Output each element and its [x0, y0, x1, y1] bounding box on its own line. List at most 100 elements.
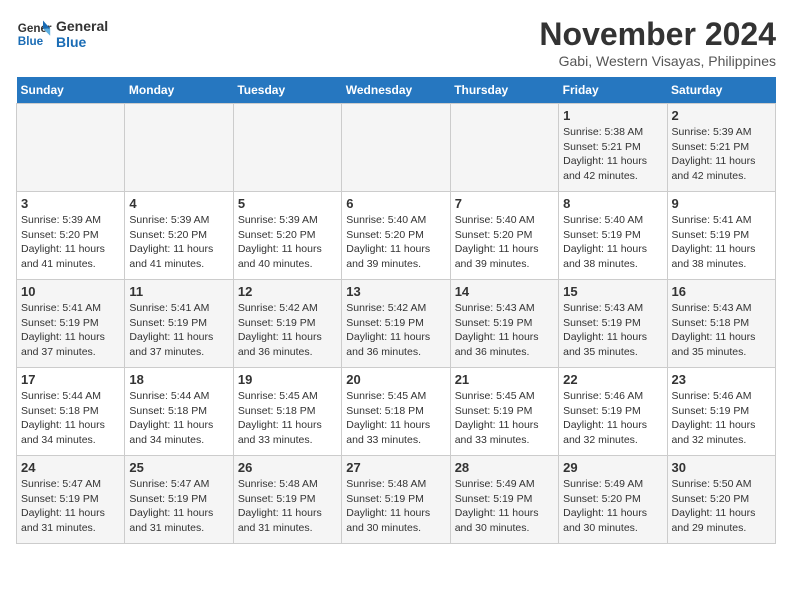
day-number: 9 [672, 196, 771, 211]
day-number: 29 [563, 460, 662, 475]
calendar-title: November 2024 [539, 16, 776, 53]
day-number: 27 [346, 460, 445, 475]
calendar-cell [17, 104, 125, 192]
day-info: Sunrise: 5:42 AM Sunset: 5:19 PM Dayligh… [238, 301, 337, 360]
week-row-1: 3Sunrise: 5:39 AM Sunset: 5:20 PM Daylig… [17, 192, 776, 280]
calendar-cell: 10 Sunrise: 5:41 AM Sunset: 5:19 PM Dayli… [17, 280, 125, 368]
calendar-cell [450, 104, 558, 192]
day-info: Sunrise: 5:43 AM Sunset: 5:19 PM Dayligh… [455, 301, 554, 360]
day-number: 25 [129, 460, 228, 475]
day-info: Sunrise: 5:45 AM Sunset: 5:18 PM Dayligh… [238, 389, 337, 448]
calendar-cell: 24 Sunrise: 5:47 AM Sunset: 5:19 PM Dayli… [17, 456, 125, 544]
calendar-cell: 1Sunrise: 5:38 AM Sunset: 5:21 PM Daylig… [559, 104, 667, 192]
header-sunday: Sunday [17, 77, 125, 104]
week-row-4: 24 Sunrise: 5:47 AM Sunset: 5:19 PM Dayli… [17, 456, 776, 544]
calendar-cell: 9 Sunrise: 5:41 AM Sunset: 5:19 PM Daylig… [667, 192, 775, 280]
day-number: 7 [455, 196, 554, 211]
calendar-cell: 20Sunrise: 5:45 AM Sunset: 5:18 PM Dayli… [342, 368, 450, 456]
logo-icon: General Blue [16, 16, 52, 52]
calendar-cell: 13 Sunrise: 5:42 AM Sunset: 5:19 PM Dayli… [342, 280, 450, 368]
day-info: Sunrise: 5:49 AM Sunset: 5:20 PM Dayligh… [563, 477, 662, 536]
calendar-cell: 12 Sunrise: 5:42 AM Sunset: 5:19 PM Dayli… [233, 280, 341, 368]
calendar-cell: 16 Sunrise: 5:43 AM Sunset: 5:18 PM Dayli… [667, 280, 775, 368]
week-row-0: 1Sunrise: 5:38 AM Sunset: 5:21 PM Daylig… [17, 104, 776, 192]
logo-line1: General [56, 18, 108, 34]
page-header: General Blue General Blue November 2024 … [16, 16, 776, 69]
day-info: Sunrise: 5:45 AM Sunset: 5:18 PM Dayligh… [346, 389, 445, 448]
day-info: Sunrise: 5:40 AM Sunset: 5:20 PM Dayligh… [455, 213, 554, 272]
title-block: November 2024 Gabi, Western Visayas, Phi… [539, 16, 776, 69]
day-number: 30 [672, 460, 771, 475]
calendar-cell: 27 Sunrise: 5:48 AM Sunset: 5:19 PM Dayli… [342, 456, 450, 544]
calendar-table: SundayMondayTuesdayWednesdayThursdayFrid… [16, 77, 776, 544]
day-info: Sunrise: 5:47 AM Sunset: 5:19 PM Dayligh… [129, 477, 228, 536]
day-info: Sunrise: 5:41 AM Sunset: 5:19 PM Dayligh… [672, 213, 771, 272]
calendar-cell: 15Sunrise: 5:43 AM Sunset: 5:19 PM Dayli… [559, 280, 667, 368]
calendar-cell: 18 Sunrise: 5:44 AM Sunset: 5:18 PM Dayli… [125, 368, 233, 456]
day-info: Sunrise: 5:49 AM Sunset: 5:19 PM Dayligh… [455, 477, 554, 536]
day-number: 5 [238, 196, 337, 211]
day-number: 2 [672, 108, 771, 123]
header-wednesday: Wednesday [342, 77, 450, 104]
day-number: 21 [455, 372, 554, 387]
day-info: Sunrise: 5:42 AM Sunset: 5:19 PM Dayligh… [346, 301, 445, 360]
calendar-cell: 23Sunrise: 5:46 AM Sunset: 5:19 PM Dayli… [667, 368, 775, 456]
day-info: Sunrise: 5:39 AM Sunset: 5:20 PM Dayligh… [129, 213, 228, 272]
calendar-header-row: SundayMondayTuesdayWednesdayThursdayFrid… [17, 77, 776, 104]
calendar-cell: 19 Sunrise: 5:45 AM Sunset: 5:18 PM Dayli… [233, 368, 341, 456]
svg-text:Blue: Blue [18, 35, 44, 48]
day-number: 19 [238, 372, 337, 387]
calendar-cell: 21Sunrise: 5:45 AM Sunset: 5:19 PM Dayli… [450, 368, 558, 456]
header-tuesday: Tuesday [233, 77, 341, 104]
day-info: Sunrise: 5:48 AM Sunset: 5:19 PM Dayligh… [238, 477, 337, 536]
day-number: 12 [238, 284, 337, 299]
day-number: 14 [455, 284, 554, 299]
day-number: 8 [563, 196, 662, 211]
day-number: 10 [21, 284, 120, 299]
calendar-cell: 2 Sunrise: 5:39 AM Sunset: 5:21 PM Daylig… [667, 104, 775, 192]
day-info: Sunrise: 5:47 AM Sunset: 5:19 PM Dayligh… [21, 477, 120, 536]
calendar-cell: 17Sunrise: 5:44 AM Sunset: 5:18 PM Dayli… [17, 368, 125, 456]
day-number: 18 [129, 372, 228, 387]
calendar-cell: 28 Sunrise: 5:49 AM Sunset: 5:19 PM Dayli… [450, 456, 558, 544]
calendar-cell: 30Sunrise: 5:50 AM Sunset: 5:20 PM Dayli… [667, 456, 775, 544]
logo-line2: Blue [56, 34, 108, 50]
day-info: Sunrise: 5:43 AM Sunset: 5:18 PM Dayligh… [672, 301, 771, 360]
day-info: Sunrise: 5:46 AM Sunset: 5:19 PM Dayligh… [563, 389, 662, 448]
day-info: Sunrise: 5:41 AM Sunset: 5:19 PM Dayligh… [21, 301, 120, 360]
day-number: 4 [129, 196, 228, 211]
day-number: 22 [563, 372, 662, 387]
day-number: 24 [21, 460, 120, 475]
logo: General Blue General Blue [16, 16, 108, 52]
day-number: 28 [455, 460, 554, 475]
calendar-cell [342, 104, 450, 192]
calendar-cell: 8Sunrise: 5:40 AM Sunset: 5:19 PM Daylig… [559, 192, 667, 280]
day-info: Sunrise: 5:39 AM Sunset: 5:20 PM Dayligh… [238, 213, 337, 272]
day-number: 17 [21, 372, 120, 387]
day-number: 23 [672, 372, 771, 387]
day-number: 1 [563, 108, 662, 123]
day-number: 13 [346, 284, 445, 299]
header-thursday: Thursday [450, 77, 558, 104]
calendar-cell [125, 104, 233, 192]
header-monday: Monday [125, 77, 233, 104]
calendar-cell: 6 Sunrise: 5:40 AM Sunset: 5:20 PM Daylig… [342, 192, 450, 280]
day-info: Sunrise: 5:44 AM Sunset: 5:18 PM Dayligh… [129, 389, 228, 448]
calendar-cell: 14 Sunrise: 5:43 AM Sunset: 5:19 PM Dayli… [450, 280, 558, 368]
calendar-cell [233, 104, 341, 192]
calendar-cell: 26Sunrise: 5:48 AM Sunset: 5:19 PM Dayli… [233, 456, 341, 544]
day-info: Sunrise: 5:39 AM Sunset: 5:20 PM Dayligh… [21, 213, 120, 272]
calendar-cell: 7 Sunrise: 5:40 AM Sunset: 5:20 PM Daylig… [450, 192, 558, 280]
calendar-cell: 5 Sunrise: 5:39 AM Sunset: 5:20 PM Daylig… [233, 192, 341, 280]
week-row-3: 17 Sunrise: 5:44 AM Sunset: 5:18 PM Dayli… [17, 368, 776, 456]
day-info: Sunrise: 5:41 AM Sunset: 5:19 PM Dayligh… [129, 301, 228, 360]
header-saturday: Saturday [667, 77, 775, 104]
day-info: Sunrise: 5:40 AM Sunset: 5:20 PM Dayligh… [346, 213, 445, 272]
day-number: 16 [672, 284, 771, 299]
day-info: Sunrise: 5:39 AM Sunset: 5:21 PM Dayligh… [672, 125, 771, 184]
calendar-cell: 29 Sunrise: 5:49 AM Sunset: 5:20 PM Dayli… [559, 456, 667, 544]
day-number: 6 [346, 196, 445, 211]
day-info: Sunrise: 5:48 AM Sunset: 5:19 PM Dayligh… [346, 477, 445, 536]
week-row-2: 10 Sunrise: 5:41 AM Sunset: 5:19 PM Dayli… [17, 280, 776, 368]
day-number: 15 [563, 284, 662, 299]
